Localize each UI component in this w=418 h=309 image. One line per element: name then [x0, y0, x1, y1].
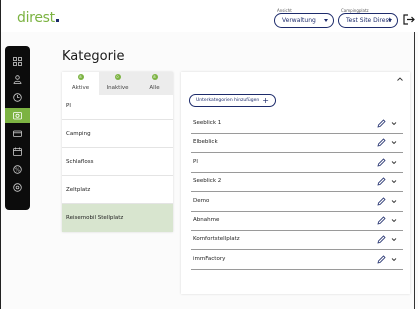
category-label: Pl — [66, 102, 71, 109]
edit-icon[interactable] — [377, 216, 386, 225]
chevron-down-icon[interactable] — [391, 140, 397, 145]
category-item[interactable]: Zeltplatz — [62, 176, 173, 204]
logout-icon[interactable] — [403, 14, 415, 25]
subcategory-row[interactable]: Komfortstellplatz — [191, 231, 403, 251]
camera-icon — [13, 112, 22, 120]
edit-icon[interactable] — [377, 235, 386, 244]
chevron-down-icon[interactable] — [391, 121, 397, 126]
subcategory-row[interactable]: Pl — [191, 154, 403, 173]
ansicht-value: Verwaltung — [282, 17, 316, 24]
tab-label: Alle — [149, 85, 160, 91]
edit-icon[interactable] — [377, 255, 386, 264]
count-badge: 8 — [77, 74, 84, 80]
edit-icon[interactable] — [377, 177, 386, 186]
count-badge: 8 — [151, 74, 158, 80]
category-item[interactable]: Pl — [62, 92, 173, 120]
subcategory-label: Komfortstellplatz — [193, 236, 240, 243]
category-item[interactable]: Schlafloss — [62, 148, 173, 176]
sidebar-nav: % — [5, 46, 30, 210]
chevron-down-icon — [324, 19, 328, 22]
svg-text:%: % — [15, 167, 20, 173]
calendar-icon — [13, 147, 22, 156]
grid-icon — [13, 57, 22, 66]
category-item-selected[interactable]: Reisemobil Stellplatz — [62, 204, 173, 232]
subcategory-row[interactable]: Seeblick 2 — [191, 173, 403, 193]
category-label: Schlafloss — [66, 158, 94, 165]
sidebar-item-dashboard[interactable] — [5, 54, 30, 69]
top-header: direst Ansicht Verwaltung Campingplatz T… — [1, 0, 418, 32]
category-item[interactable]: Camping — [62, 120, 173, 148]
ansicht-select[interactable]: Verwaltung — [274, 13, 334, 28]
subcategory-row[interactable]: Demo — [191, 193, 403, 212]
chevron-down-icon[interactable] — [391, 160, 397, 165]
chevron-down-icon[interactable] — [391, 218, 397, 223]
chevron-up-icon[interactable] — [396, 76, 404, 82]
edit-icon[interactable] — [377, 138, 386, 147]
subcategory-label: Elbeblick — [193, 139, 218, 146]
sidebar-item-pricing[interactable]: % — [5, 162, 30, 177]
chevron-down-icon — [388, 19, 392, 22]
edit-icon[interactable] — [377, 158, 386, 167]
sidebar-item-categories[interactable] — [5, 108, 30, 123]
category-label: Camping — [66, 130, 91, 137]
subcategory-row[interactable]: immFactory — [191, 251, 403, 270]
tab-label: Aktive — [71, 85, 90, 91]
app-window: direst Ansicht Verwaltung Campingplatz T… — [0, 0, 418, 309]
sidebar-item-history[interactable] — [5, 90, 30, 105]
sidebar-item-guests[interactable] — [5, 72, 30, 87]
subcategory-label: immFactory — [193, 255, 226, 262]
page-title: Kategorie — [62, 49, 125, 64]
subcategory-label: Abnahme — [193, 217, 220, 223]
chevron-down-icon[interactable] — [391, 237, 397, 242]
gear-icon — [13, 183, 22, 192]
edit-icon[interactable] — [377, 119, 386, 128]
chevron-down-icon[interactable] — [391, 179, 397, 184]
subcategory-label: Seeblick 2 — [193, 178, 222, 185]
subcategory-row[interactable]: Elbeblick — [191, 134, 403, 154]
subcategory-label: Seeblick 1 — [193, 120, 222, 126]
sidebar-item-payments[interactable] — [5, 126, 30, 141]
chevron-down-icon[interactable] — [391, 257, 397, 262]
card-icon — [13, 130, 22, 137]
category-panel: 8 Aktive 0 Inaktive 8 Alle Pl Camping Sc… — [62, 72, 173, 232]
divider — [414, 32, 415, 309]
sidebar-item-calendar[interactable] — [5, 144, 30, 159]
subcategory-label: Pl — [193, 158, 198, 165]
subcategory-label: Demo — [193, 197, 210, 204]
chevron-down-icon[interactable] — [391, 199, 397, 204]
category-label: Reisemobil Stellplatz — [66, 215, 124, 221]
tab-label: Inaktive — [106, 85, 129, 91]
subcategory-row[interactable]: Abnahme — [191, 212, 403, 231]
logo: direst — [17, 10, 59, 26]
clock-icon — [13, 93, 22, 102]
campingplatz-select[interactable]: Test Site Direst — [338, 13, 398, 28]
sidebar-item-settings[interactable] — [5, 180, 30, 195]
tag-icon: % — [13, 165, 22, 174]
edit-icon[interactable] — [377, 197, 386, 206]
category-label: Zeltplatz — [66, 186, 91, 193]
plus-icon: + — [262, 96, 269, 105]
campingplatz-value: Test Site Direst — [346, 17, 391, 24]
count-badge: 0 — [114, 74, 121, 80]
subcategory-row[interactable]: Seeblick 1 — [191, 115, 403, 134]
add-subcategory-label: Unterkategorien hinzufügen — [196, 98, 260, 103]
add-subcategory-button[interactable]: Unterkategorien hinzufügen + — [189, 94, 276, 107]
person-icon — [13, 75, 22, 84]
